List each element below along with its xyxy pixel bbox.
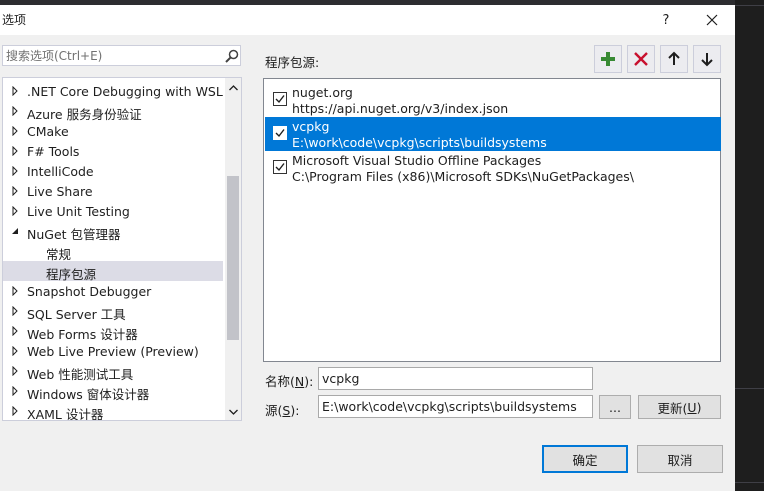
cancel-button[interactable]: 取消 [637, 445, 723, 473]
checkmark-icon [275, 95, 285, 104]
tree-item[interactable]: SQL Server 工具 [3, 301, 223, 322]
collapsed-arrow-icon[interactable] [10, 186, 20, 196]
tree-item[interactable]: Snapshot Debugger [3, 281, 223, 301]
remove-source-button[interactable] [627, 45, 655, 73]
scroll-up-button[interactable] [225, 79, 241, 96]
checkmark-icon [275, 163, 285, 172]
checkmark-icon [275, 129, 285, 138]
package-sources-list: nuget.org https://api.nuget.org/v3/index.… [263, 78, 721, 362]
collapsed-arrow-icon[interactable] [10, 326, 20, 336]
collapsed-arrow-icon[interactable] [10, 346, 20, 356]
chevron-down-icon [228, 409, 238, 415]
plus-icon [601, 52, 615, 66]
sources-label: 程序包源: [265, 55, 320, 70]
expanded-arrow-icon[interactable] [10, 226, 20, 236]
collapsed-arrow-icon[interactable] [10, 146, 20, 156]
tree-item[interactable]: Windows 窗体设计器 [3, 381, 223, 402]
source-url: https://api.nuget.org/v3/index.json [292, 101, 509, 116]
title-bar: 选项 ? [0, 5, 735, 35]
tree-item[interactable]: F# Tools [3, 141, 223, 161]
tree-scrollbar[interactable] [225, 78, 241, 420]
search-box [2, 45, 241, 66]
tree-item[interactable]: XAML 设计器 [3, 401, 223, 421]
collapsed-arrow-icon[interactable] [10, 406, 20, 416]
source-checkbox[interactable] [273, 92, 287, 106]
tree-child-item[interactable]: 常规 [3, 241, 223, 262]
tree-item-label: F# Tools [27, 144, 80, 159]
source-url: C:\Program Files (x86)\Microsoft SDKs\Nu… [292, 169, 634, 184]
tree-item[interactable]: .NET Core Debugging with WSL [3, 81, 223, 101]
delete-icon [634, 52, 648, 66]
collapsed-arrow-icon[interactable] [10, 386, 20, 396]
search-icon[interactable] [224, 48, 240, 64]
collapsed-arrow-icon[interactable] [10, 206, 20, 216]
chevron-up-icon [228, 84, 238, 90]
close-button[interactable] [694, 5, 730, 35]
tree-item[interactable]: Web Live Preview (Preview) [3, 341, 223, 361]
ok-button[interactable]: 确定 [542, 445, 628, 473]
ide-divider [735, 5, 764, 6]
tree-child-item[interactable]: 程序包源 [3, 261, 223, 282]
tree-item[interactable]: Azure 服务身份验证 [3, 101, 223, 122]
source-url: E:\work\code\vcpkg\scripts\buildsystems [292, 135, 547, 150]
help-button[interactable]: ? [648, 5, 684, 35]
ide-divider [735, 482, 764, 483]
add-source-button[interactable] [594, 45, 622, 73]
collapsed-arrow-icon[interactable] [10, 126, 20, 136]
tree-item-label: XAML 设计器 [27, 407, 104, 421]
source-label: 源(S): [265, 403, 300, 418]
collapsed-arrow-icon[interactable] [10, 286, 20, 296]
source-row[interactable]: vcpkg E:\work\code\vcpkg\scripts\buildsys… [265, 117, 721, 151]
source-name: vcpkg [292, 119, 330, 134]
collapsed-arrow-icon[interactable] [10, 86, 20, 96]
source-name: nuget.org [292, 85, 353, 100]
update-button[interactable]: 更新(U) [638, 395, 721, 419]
tree-item-label: IntelliCode [27, 164, 94, 179]
options-tree: .NET Core Debugging with WSL Azure 服务身份验证… [2, 77, 242, 421]
move-up-button[interactable] [660, 45, 688, 73]
ide-background-right [735, 0, 764, 491]
source-checkbox[interactable] [273, 126, 287, 140]
tree-item[interactable]: Web 性能测试工具 [3, 361, 223, 382]
collapsed-arrow-icon[interactable] [10, 306, 20, 316]
tree-item-label: Live Share [27, 184, 93, 199]
tree-item-label: Web Live Preview (Preview) [27, 344, 199, 359]
name-label: 名称(N): [265, 374, 314, 389]
tree-item[interactable]: Live Unit Testing [3, 201, 223, 221]
arrow-down-icon [701, 53, 713, 67]
name-field[interactable] [318, 367, 593, 390]
source-name: Microsoft Visual Studio Offline Packages [292, 153, 542, 168]
source-field[interactable] [318, 395, 593, 418]
dialog-title: 选项 [2, 13, 27, 27]
options-dialog: 选项 ? .NET Core Debugging with WSL Azure 服… [0, 5, 735, 491]
collapsed-arrow-icon[interactable] [10, 166, 20, 176]
tree-item-label: Live Unit Testing [27, 204, 130, 219]
source-row[interactable]: nuget.org https://api.nuget.org/v3/index.… [265, 83, 721, 117]
browse-button[interactable]: ... [599, 395, 631, 419]
source-row[interactable]: Microsoft Visual Studio Offline Packages… [265, 151, 721, 185]
close-icon [706, 14, 718, 26]
scroll-down-button[interactable] [225, 403, 241, 420]
arrow-up-icon [668, 51, 680, 65]
search-input[interactable] [6, 48, 216, 63]
tree-item-label: .NET Core Debugging with WSL [27, 84, 223, 99]
ide-divider [735, 388, 764, 389]
tree-item[interactable]: NuGet 包管理器 [3, 221, 223, 242]
collapsed-arrow-icon[interactable] [10, 366, 20, 376]
tree-item[interactable]: IntelliCode [3, 161, 223, 181]
tree-item[interactable]: Web Forms 设计器 [3, 321, 223, 342]
move-down-button[interactable] [693, 45, 721, 73]
tree-item[interactable]: Live Share [3, 181, 223, 201]
collapsed-arrow-icon[interactable] [10, 106, 20, 116]
tree-item[interactable]: CMake [3, 121, 223, 141]
tree-item-label: CMake [27, 124, 69, 139]
tree-item-label: Snapshot Debugger [27, 284, 152, 299]
scroll-thumb[interactable] [227, 176, 239, 340]
source-checkbox[interactable] [273, 160, 287, 174]
